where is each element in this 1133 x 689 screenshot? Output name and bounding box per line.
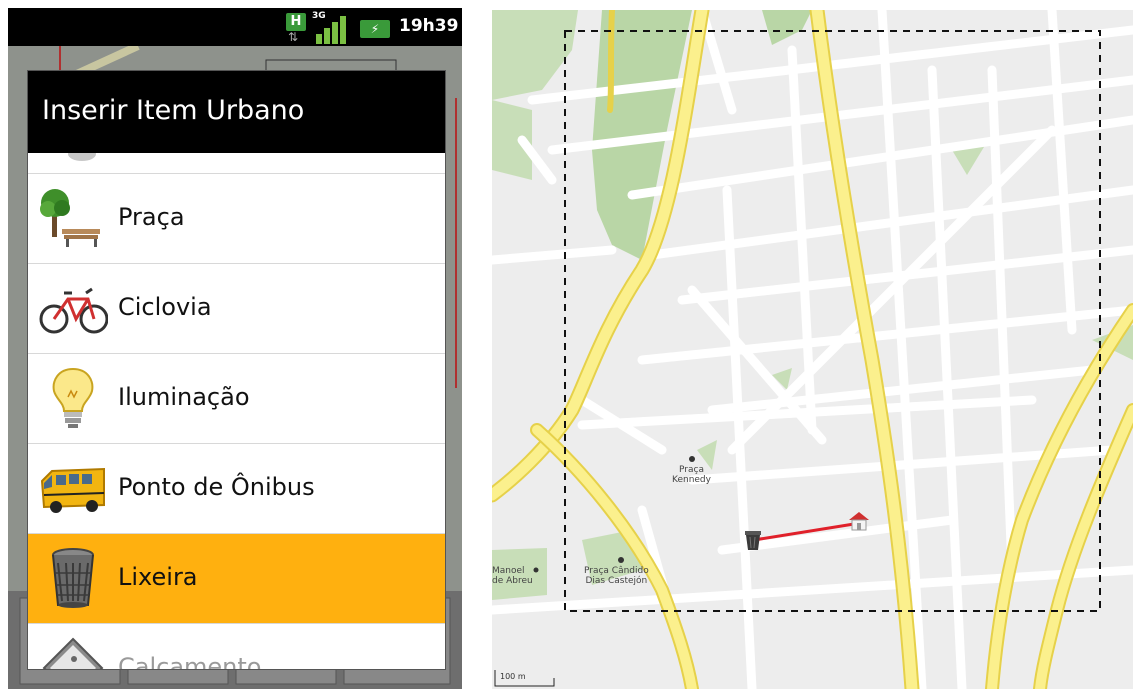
list-item-ciclovia[interactable]: Ciclovia: [28, 264, 445, 354]
list-item-partial: [28, 153, 445, 174]
bus-icon: [40, 467, 105, 513]
list-item-label: Ciclovia: [118, 293, 212, 321]
status-bar: H ⇅ 3G ⚡ 19h39: [8, 8, 462, 46]
list-item-label: Praça: [118, 203, 185, 231]
data-activity-icon: ⇅: [288, 30, 299, 44]
dialog-title: Inserir Item Urbano: [42, 95, 305, 126]
list-item-ponto-de-onibus[interactable]: Ponto de Ônibus: [28, 444, 445, 534]
list-item-lixeira[interactable]: Lixeira: [28, 534, 445, 624]
list-item-label: Calçamento: [118, 653, 262, 669]
map-view[interactable]: Praça Kennedy Praça Cândido Dias Castejó…: [492, 10, 1133, 689]
list-item-label: Lixeira: [118, 563, 198, 591]
list-item-calcamento[interactable]: Calçamento: [28, 624, 445, 669]
pedestrian-sign-icon: [42, 637, 104, 669]
map-label: Praça Kennedy: [672, 465, 711, 485]
bicycle-icon: [39, 287, 108, 334]
scale-label: 100 m: [500, 672, 526, 681]
park-icon: [40, 189, 100, 247]
signal-strength-icon: [316, 16, 346, 44]
map-canvas: [492, 10, 1133, 689]
house-icon[interactable]: [847, 510, 871, 532]
item-list[interactable]: Praça Ciclovia Iluminação Ponto de Ônibu…: [28, 153, 445, 669]
hspa-network-icon: H: [286, 13, 306, 31]
dialog-header: Inserir Item Urbano: [28, 71, 445, 153]
map-label: Praça Cândido Dias Castejón: [584, 566, 649, 586]
trash-bin-icon: [52, 548, 94, 608]
list-item-label: Ponto de Ônibus: [118, 473, 315, 501]
list-item-praca[interactable]: Praça: [28, 174, 445, 264]
clock: 19h39: [399, 16, 459, 36]
insert-item-dialog: Inserir Item Urbano Praça Ciclovia Ilumi…: [28, 71, 445, 669]
trash-bin-icon[interactable]: [743, 530, 763, 552]
map-label: Manoel de Abreu: [492, 566, 533, 586]
phone-screen: H ⇅ 3G ⚡ 19h39 Inserir Item Urbano Praça…: [8, 8, 462, 689]
battery-charging-icon: ⚡: [360, 20, 390, 38]
list-item-label: Iluminação: [118, 383, 250, 411]
lightbulb-icon: [52, 367, 94, 428]
list-item-iluminacao[interactable]: Iluminação: [28, 354, 445, 444]
